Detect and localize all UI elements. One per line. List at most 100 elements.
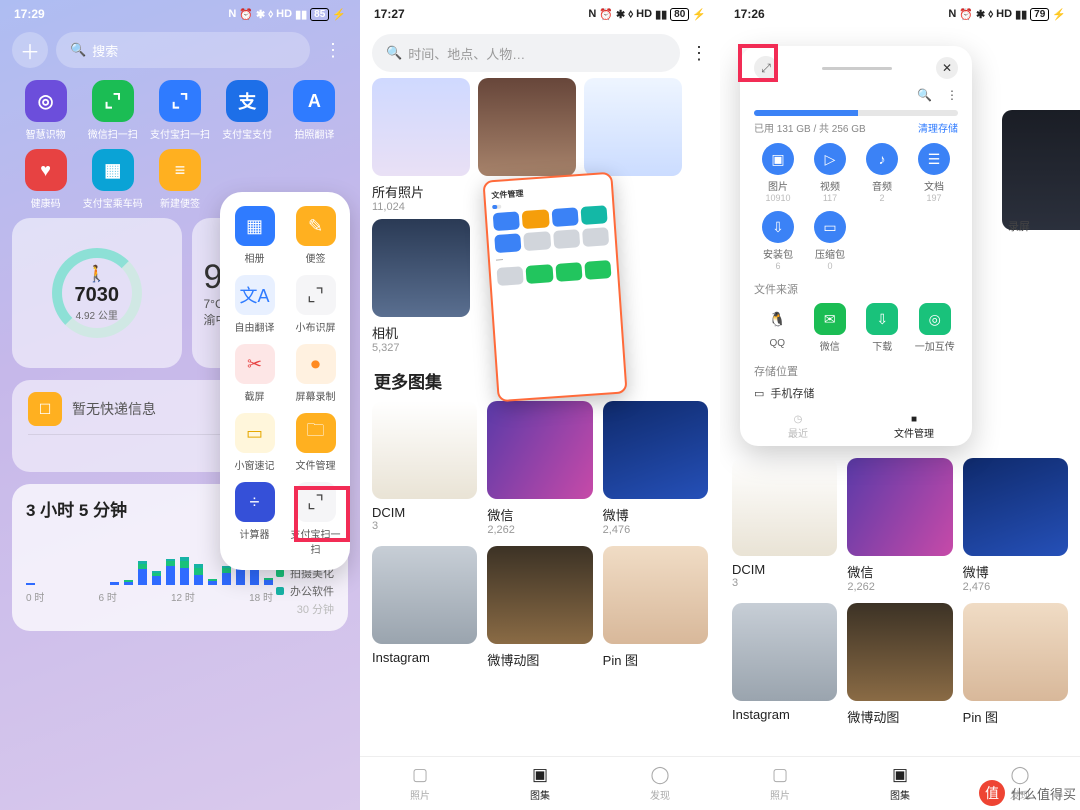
- close-icon[interactable]: ✕: [936, 57, 958, 79]
- app-健康码[interactable]: ♥健康码: [12, 149, 79, 210]
- search-icon: 🔍: [70, 42, 86, 58]
- fp-tab-files[interactable]: ■文件管理: [856, 414, 972, 440]
- album-微信[interactable]: 微信2,262: [487, 401, 592, 536]
- add-button[interactable]: ＋: [12, 32, 48, 68]
- fp-cat-文档[interactable]: ☰文档197: [910, 143, 958, 203]
- search-icon[interactable]: 🔍: [917, 88, 932, 102]
- app-label: 微信扫一扫: [88, 126, 138, 141]
- nav-icon: ◯: [650, 765, 669, 785]
- album-thumb: [963, 458, 1068, 556]
- panel-item-文件管理[interactable]: 🗀文件管理: [287, 413, 344, 472]
- app-icon: ≡: [159, 149, 201, 191]
- panel-item-屏幕录制[interactable]: ⏺屏幕录制: [287, 344, 344, 403]
- cat-icon: ▭: [814, 211, 846, 243]
- more-icon[interactable]: ⋮: [690, 43, 708, 64]
- status-icons: N⏰✱⬨HD▮▮ 85⚡: [228, 8, 346, 21]
- app-label: 支付宝扫一扫: [150, 126, 210, 141]
- panel-item-自由翻译[interactable]: 文A自由翻译: [226, 275, 283, 334]
- more-icon[interactable]: ⋮: [318, 40, 348, 61]
- file-manager-mini-window[interactable]: 文件管理 —: [482, 172, 627, 403]
- panel-item-便签[interactable]: ✎便签: [287, 206, 344, 265]
- more-icon[interactable]: ⋮: [946, 88, 958, 102]
- fp-cat-压缩包[interactable]: ▭压缩包0: [806, 211, 854, 271]
- app-微信扫一扫[interactable]: ⌞⌝ 微信扫一扫: [79, 80, 146, 141]
- album-DCIM[interactable]: DCIM3: [372, 401, 477, 536]
- expand-icon[interactable]: ⤢: [754, 56, 778, 80]
- album-all-photos[interactable]: 所有照片 11,024: [372, 78, 470, 213]
- album-thumb: [847, 458, 952, 556]
- fp-tab-recent[interactable]: ◷最近: [740, 414, 856, 440]
- search-icon: 🔍: [386, 45, 402, 61]
- panel-icon: ▭: [235, 413, 275, 453]
- storage-location-item[interactable]: ▭ 手机存储: [754, 385, 958, 401]
- package-icon: ☐: [28, 392, 62, 426]
- panel-icon: ▦: [235, 206, 275, 246]
- album-Pin 图[interactable]: Pin 图: [603, 546, 708, 669]
- app-icon: ⌞⌝: [92, 80, 134, 122]
- panel-item-支付宝扫一扫[interactable]: ⌞⌝支付宝扫一扫: [287, 482, 344, 556]
- nav-照片[interactable]: ▢照片: [360, 757, 480, 810]
- album-微博动图[interactable]: 微博动图: [847, 603, 952, 726]
- panel-item-相册[interactable]: ▦相册: [226, 206, 283, 265]
- album-微博动图[interactable]: 微博动图: [487, 546, 592, 669]
- panel-item-截屏[interactable]: ✂截屏: [226, 344, 283, 403]
- album-DCIM[interactable]: DCIM3: [732, 458, 837, 593]
- app-icon: 支: [226, 80, 268, 122]
- app-label: 支付宝支付: [222, 126, 272, 141]
- album-recording-label: 录屏: [1002, 218, 1080, 234]
- app-新建便签[interactable]: ≡新建便签: [146, 149, 213, 210]
- app-支付宝支付[interactable]: 支支付宝支付: [214, 80, 281, 141]
- src-icon: ◎: [919, 303, 951, 335]
- file-manager-float-panel[interactable]: ⤢ ✕ 🔍 ⋮ 已用 131 GB / 共 256 GB 清理存储 ▣图片109…: [740, 46, 972, 446]
- album-Instagram[interactable]: Instagram: [372, 546, 477, 669]
- album-Instagram[interactable]: Instagram: [732, 603, 837, 726]
- watermark-text: 什么值得买: [1011, 784, 1076, 803]
- status-time: 17:26: [734, 7, 765, 21]
- search-input[interactable]: 🔍 搜索: [56, 32, 310, 68]
- fp-cat-视频[interactable]: ▷视频117: [806, 143, 854, 203]
- app-支付宝扫一扫[interactable]: ⌞⌝支付宝扫一扫: [146, 80, 213, 141]
- app-label: 支付宝乘车码: [83, 195, 143, 210]
- album-thumb: [372, 401, 477, 499]
- clean-storage-link[interactable]: 清理存储: [918, 120, 958, 135]
- app-智慧识物[interactable]: ◎智慧识物: [12, 80, 79, 141]
- fp-cat-音频[interactable]: ♪音频2: [858, 143, 906, 203]
- nav-图集[interactable]: ▣图集: [480, 757, 600, 810]
- app-label: 拍照翻译: [294, 126, 334, 141]
- album-微博[interactable]: 微博2,476: [603, 401, 708, 536]
- app-icon: A: [293, 80, 335, 122]
- drag-handle[interactable]: [822, 67, 892, 70]
- src-icon: ⇩: [866, 303, 898, 335]
- album-camera[interactable]: 相机 5,327: [372, 219, 470, 354]
- cat-icon: ▣: [762, 143, 794, 175]
- fp-src-QQ[interactable]: 🐧QQ: [754, 303, 801, 353]
- nav-图集[interactable]: ▣图集: [840, 757, 960, 810]
- nav-照片[interactable]: ▢照片: [720, 757, 840, 810]
- app-支付宝乘车码[interactable]: ▦支付宝乘车码: [79, 149, 146, 210]
- status-bar: 17:26 N⏰✱⬨HD▮▮ 79⚡: [720, 0, 1080, 28]
- fp-src-微信[interactable]: ✉微信: [807, 303, 854, 353]
- album-Pin 图[interactable]: Pin 图: [963, 603, 1068, 726]
- nav-icon: ▣: [532, 765, 548, 785]
- album-微博[interactable]: 微博2,476: [963, 458, 1068, 593]
- usage-xlabels: 0 时6 时12 时18 时: [26, 589, 273, 604]
- app-拍照翻译[interactable]: A 拍照翻译: [281, 80, 348, 141]
- panel-item-小布识屏[interactable]: ⌞⌝小布识屏: [287, 275, 344, 334]
- panel-item-小窗速记[interactable]: ▭小窗速记: [226, 413, 283, 472]
- fp-cat-图片[interactable]: ▣图片10910: [754, 143, 802, 203]
- panel-icon: 文A: [235, 275, 275, 315]
- album-微信[interactable]: 微信2,262: [847, 458, 952, 593]
- fp-src-下载[interactable]: ⇩下载: [859, 303, 906, 353]
- panel-icon: 🗀: [296, 413, 336, 453]
- nav-发现[interactable]: ◯发现: [600, 757, 720, 810]
- steps-widget[interactable]: 🚶 7030 4.92 公里: [12, 218, 182, 368]
- fp-cat-安装包[interactable]: ⇩安装包6: [754, 211, 802, 271]
- album-recording-thumb[interactable]: [1002, 110, 1080, 230]
- app-label: 健康码: [31, 195, 61, 210]
- src-icon: ✉: [814, 303, 846, 335]
- panel-item-计算器[interactable]: ÷计算器: [226, 482, 283, 556]
- fp-src-一加互传[interactable]: ◎一加互传: [912, 303, 959, 353]
- gallery-search[interactable]: 🔍 时间、地点、人物…: [372, 34, 680, 72]
- album-thumb: [603, 546, 708, 644]
- watermark-icon: 值: [979, 780, 1005, 806]
